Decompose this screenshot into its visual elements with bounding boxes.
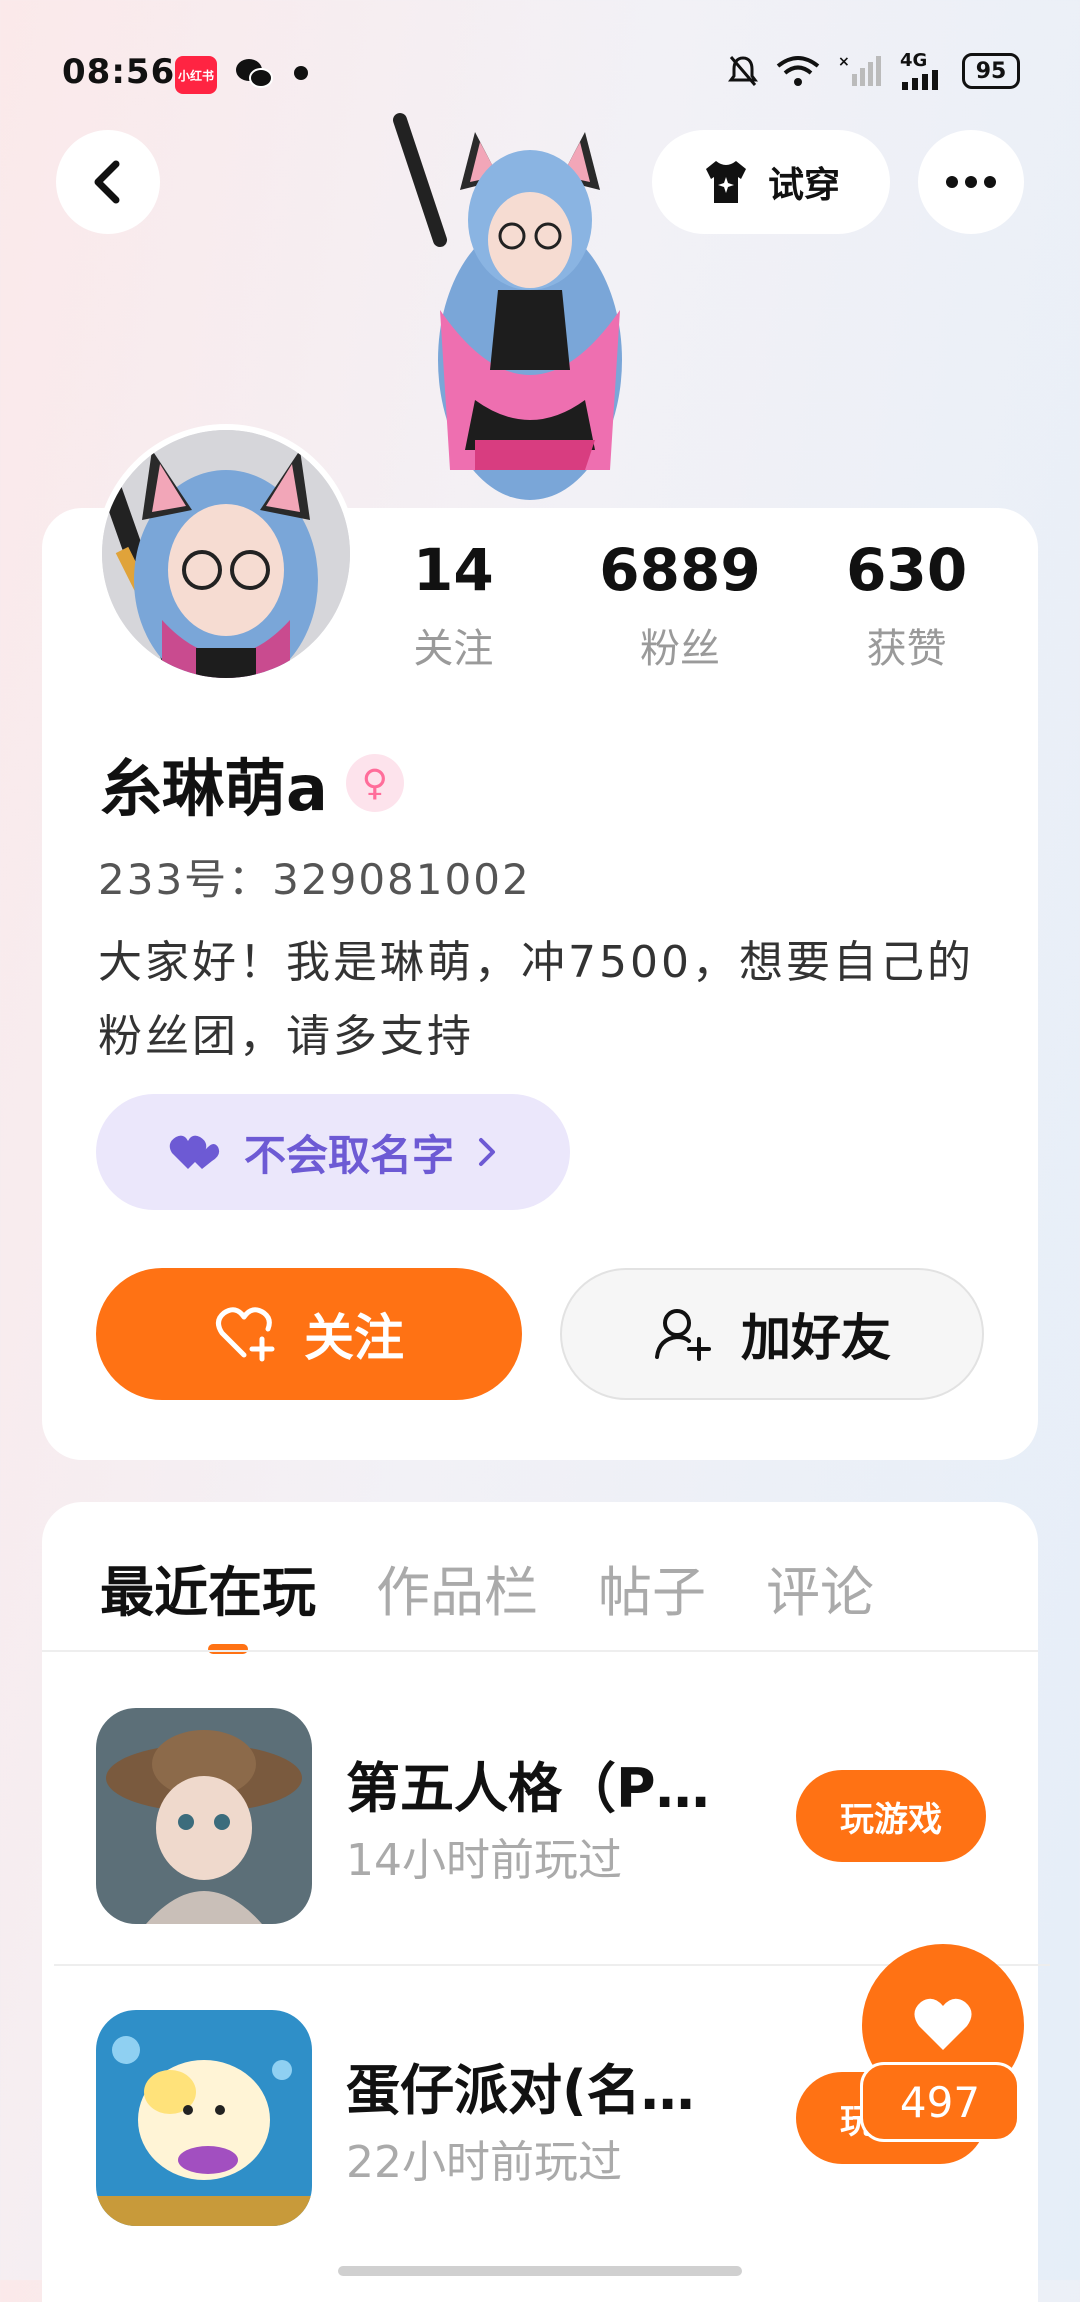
game-icon (96, 2010, 312, 2226)
character-avatar-figure (393, 113, 622, 500)
add-friend-label: 加好友 (741, 1309, 891, 1367)
more-dot-icon (984, 176, 996, 188)
status-right: × 4G 95 (728, 52, 1020, 90)
user-name: 糸琳萌a (100, 752, 328, 825)
name-row: 糸琳萌a ♀ (100, 738, 404, 828)
stat-followers[interactable]: 6889 粉丝 (567, 530, 794, 674)
game-last-played: 14小时前玩过 (346, 1835, 622, 1886)
stat-value: 630 (846, 536, 968, 604)
list-item[interactable]: 第五人格（P… 14小时前玩过 玩游戏 (96, 1652, 1038, 1952)
game-title: 第五人格（P… (346, 1757, 710, 1820)
follow-label: 关注 (304, 1309, 404, 1367)
tshirt-icon (705, 161, 746, 203)
tab-recently-played[interactable]: 最近在玩 (100, 1548, 316, 1654)
game-icon-art (96, 2010, 312, 2226)
heart-plus-icon (216, 1307, 275, 1362)
signal-sim2: 4G (900, 52, 944, 90)
more-dot-icon (946, 176, 958, 188)
follow-button[interactable]: 关注 (96, 1268, 522, 1400)
heart-icon (914, 1998, 972, 2050)
wechat-icon (236, 59, 273, 88)
stat-label: 获赞 (866, 626, 947, 672)
user-bio: 大家好！我是琳萌，冲7500，想要自己的粉丝团，请多支持 (98, 937, 974, 1062)
try-on-label: 试穿 (767, 165, 840, 206)
tab-works[interactable]: 作品栏 (376, 1548, 538, 1627)
signal-sim1-icon: × (838, 54, 881, 86)
home-indicator[interactable] (338, 2266, 742, 2276)
wifi-icon (776, 56, 820, 86)
chevron-right-icon (479, 1138, 495, 1166)
battery-indicator: 95 (962, 53, 1020, 89)
tab-posts[interactable]: 帖子 (598, 1548, 706, 1627)
stat-likes[interactable]: 630 获赞 (793, 530, 1020, 674)
signal-sim2-icon (902, 70, 938, 90)
stat-label: 关注 (413, 626, 494, 672)
avatar-image (102, 430, 350, 678)
xiaohongshu-icon: 小红书 (175, 56, 217, 94)
stat-label: 粉丝 (640, 626, 720, 672)
chevron-left-icon (94, 160, 120, 204)
notification-dot (294, 66, 308, 80)
content-card: 最近在玩 作品栏 帖子 评论 第五人格（P… 14小时前玩过 玩游戏 蛋仔派对(… (42, 1502, 1038, 2302)
game-last-played: 22小时前玩过 (346, 2137, 622, 2188)
more-options-button[interactable] (918, 130, 1024, 234)
avatar[interactable] (96, 424, 356, 684)
stat-value: 14 (412, 536, 494, 604)
mute-bell-icon (728, 56, 758, 86)
avatar-portrait (102, 430, 350, 678)
female-icon: ♀ (345, 754, 404, 812)
tab-bar: 最近在玩 作品栏 帖子 评论 (100, 1548, 874, 1654)
add-user-icon (655, 1309, 711, 1361)
fan-club-tag[interactable]: 不会取名字 (96, 1094, 570, 1210)
try-on-button[interactable]: 试穿 (652, 130, 890, 234)
like-count: 497 (860, 2062, 1020, 2142)
game-title: 蛋仔派对(名… (346, 2059, 695, 2122)
back-button[interactable] (56, 130, 160, 234)
game-icon-art (96, 1708, 312, 1924)
fan-tag-label: 不会取名字 (243, 1130, 454, 1180)
floating-like-button[interactable]: 497 (860, 1944, 1066, 2144)
svg-text:×: × (838, 54, 850, 70)
tab-comments[interactable]: 评论 (766, 1548, 874, 1627)
add-friend-button[interactable]: 加好友 (560, 1268, 984, 1400)
user-id[interactable]: 233号：329081002 (98, 846, 531, 907)
status-time: 08:56 (62, 52, 176, 92)
stat-value: 6889 (599, 536, 761, 604)
network-type: 4G (900, 50, 928, 71)
game-icon (96, 1708, 312, 1924)
stat-following[interactable]: 14 关注 (340, 530, 567, 674)
heart-badge-icon (169, 1135, 220, 1169)
profile-stats: 14 关注 6889 粉丝 630 获赞 (340, 530, 1020, 674)
more-dot-icon (965, 176, 977, 188)
play-game-button[interactable]: 玩游戏 (796, 1770, 986, 1862)
